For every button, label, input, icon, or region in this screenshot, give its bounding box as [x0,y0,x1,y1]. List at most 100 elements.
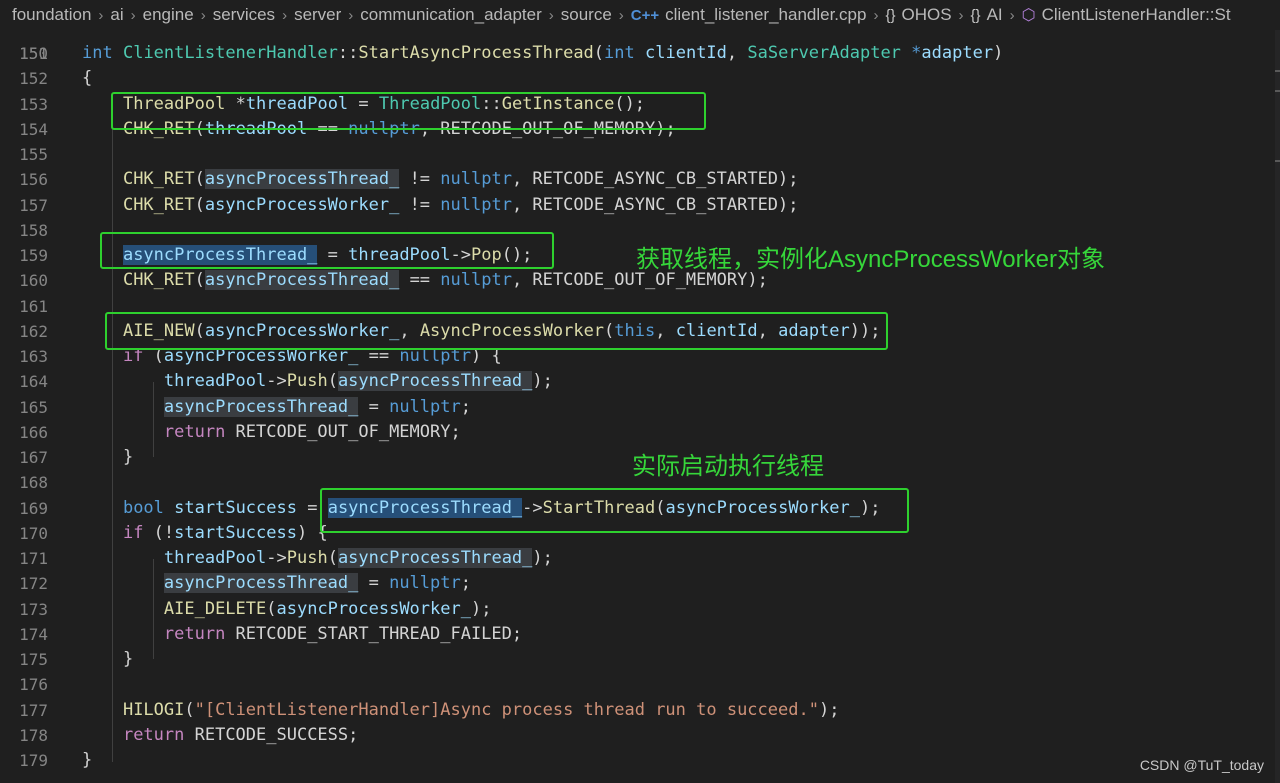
code-line[interactable]: 151 int ClientListenerHandler::StartAsync… [0,41,1275,66]
annotation-box-pop [100,232,554,269]
code-line[interactable]: 178 return RETCODE_SUCCESS; [0,723,1275,748]
line-number: 170 [19,524,48,543]
line-number: 152 [19,69,48,88]
breadcrumb-namespace-ai[interactable]: AI [987,5,1003,25]
code-line[interactable]: 155 [0,142,1275,167]
line-number: 175 [19,650,48,669]
code-line[interactable]: 171 threadPool->Push(asyncProcessThread_… [0,546,1275,571]
breadcrumb-namespace-ohos[interactable]: OHOS [901,5,951,25]
line-number: 154 [19,120,48,139]
code-line[interactable]: 179} [0,748,1275,773]
code-line[interactable]: 172 asyncProcessThread_ = nullptr; [0,571,1275,596]
watermark: CSDN @TuT_today [1139,757,1264,773]
annotation-box-get-instance [111,92,706,130]
chevron-right-icon: › [873,6,879,24]
code-text: return RETCODE_START_THREAD_FAILED; [163,624,523,644]
line-number: 165 [19,398,48,417]
class-cube-icon: ⬡ [1021,7,1036,24]
line-number: 163 [19,347,48,366]
code-text: } [82,447,134,467]
code-text: int ClientListenerHandler::StartAsyncPro… [82,43,1004,63]
code-line[interactable]: 164 threadPool->Push(asyncProcessThread_… [0,369,1275,394]
chevron-right-icon: › [282,6,288,24]
annotation-box-aie-new [105,312,888,350]
breadcrumb-item-source[interactable]: source [561,5,612,25]
chevron-right-icon: › [618,6,624,24]
chevron-right-icon: › [548,6,554,24]
code-line[interactable]: 156 CHK_RET(asyncProcessThread_ != nullp… [0,167,1275,192]
chevron-right-icon: › [130,6,136,24]
line-number: 160 [19,271,48,290]
line-number: 158 [19,221,48,240]
line-number: 159 [19,246,48,265]
line-number: 167 [19,448,48,467]
code-text: } [82,750,93,770]
line-number: 168 [19,473,48,492]
breadcrumb-item-ai[interactable]: ai [110,5,123,25]
code-text: asyncProcessThread_ = nullptr; [163,397,471,417]
breadcrumb: foundation › ai › engine › services › se… [0,0,1280,30]
code-text: return RETCODE_OUT_OF_MEMORY; [163,422,461,442]
chevron-right-icon: › [1009,6,1015,24]
namespace-icon: {} [970,6,981,24]
line-number: 179 [19,751,48,770]
code-text: { [82,68,93,88]
code-text: HILOGI("[ClientListenerHandler]Async pro… [122,700,840,720]
line-number: 161 [19,297,48,316]
breadcrumb-item-engine[interactable]: engine [143,5,194,25]
line-number: 176 [19,675,48,694]
code-text: asyncProcessThread_ = nullptr; [163,573,471,593]
line-number: 178 [19,726,48,745]
line-number: 155 [19,145,48,164]
line-number: 172 [19,574,48,593]
chevron-right-icon: › [98,6,104,24]
breadcrumb-item-foundation[interactable]: foundation [12,5,91,25]
code-line[interactable]: 165 asyncProcessThread_ = nullptr; [0,395,1275,420]
code-line[interactable]: 174 return RETCODE_START_THREAD_FAILED; [0,622,1275,647]
breadcrumb-symbol[interactable]: ClientListenerHandler::St [1042,5,1231,25]
line-number: 151 [19,44,48,63]
line-number: 162 [19,322,48,341]
code-line[interactable]: 157 CHK_RET(asyncProcessWorker_ != nullp… [0,193,1275,218]
code-editor[interactable]: 150 151 int ClientListenerHandler::StartA… [0,30,1280,783]
code-line[interactable]: 177 HILOGI("[ClientListenerHandler]Async… [0,698,1275,723]
code-text: AIE_DELETE(asyncProcessWorker_); [163,599,492,619]
code-line[interactable]: 176 [0,672,1275,697]
chevron-right-icon: › [200,6,206,24]
code-text: if (!startSuccess) { [122,523,328,543]
code-text: threadPool->Push(asyncProcessThread_); [163,371,553,391]
breadcrumb-item-communication-adapter[interactable]: communication_adapter [360,5,541,25]
annotation-box-start-thread [320,488,909,533]
line-number: 164 [19,372,48,391]
code-text: threadPool->Push(asyncProcessThread_); [163,548,553,568]
breadcrumb-item-services[interactable]: services [213,5,275,25]
line-number: 177 [19,701,48,720]
namespace-icon: {} [885,6,896,24]
annotation-note-start-thread: 实际启动执行线程 [632,453,824,480]
code-line[interactable]: 150 [0,30,1275,63]
code-text: CHK_RET(asyncProcessThread_ != nullptr, … [122,169,799,189]
chevron-right-icon: › [958,6,964,24]
line-number: 169 [19,499,48,518]
cpp-file-icon: C++ [630,6,660,24]
line-number: 171 [19,549,48,568]
code-line[interactable]: 175 } [0,647,1275,672]
code-line[interactable]: 152 { [0,66,1275,91]
line-number: 156 [19,170,48,189]
annotation-note-get-thread: 获取线程，实例化AsyncProcessWorker对象 [636,246,1105,273]
breadcrumb-file[interactable]: client_listener_handler.cpp [665,5,866,25]
code-line[interactable]: 173 AIE_DELETE(asyncProcessWorker_); [0,597,1275,622]
scroll-marker [1275,90,1280,92]
scrollbar[interactable] [1275,30,1280,783]
line-number: 173 [19,600,48,619]
line-number: 174 [19,625,48,644]
code-text: CHK_RET(asyncProcessWorker_ != nullptr, … [122,195,799,215]
code-text: return RETCODE_SUCCESS; [122,725,359,745]
scroll-marker [1275,160,1280,162]
scroll-marker [1275,70,1280,72]
line-number: 157 [19,196,48,215]
code-text: } [82,649,134,669]
code-line[interactable]: 166 return RETCODE_OUT_OF_MEMORY; [0,420,1275,445]
chevron-right-icon: › [348,6,354,24]
breadcrumb-item-server[interactable]: server [294,5,341,25]
